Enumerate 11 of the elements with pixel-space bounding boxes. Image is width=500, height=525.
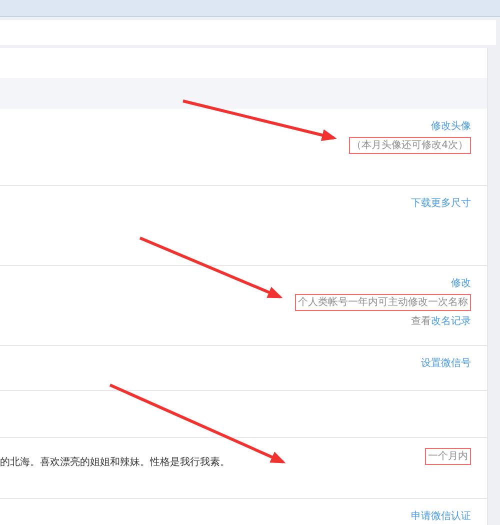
settings-link[interactable]: 修改 — [451, 276, 471, 291]
hint-text: （本月头像还可修改4次） — [348, 137, 471, 154]
hint-text: 一个月内 — [425, 448, 471, 465]
settings-link[interactable]: 设置微信号 — [421, 356, 471, 371]
hint-text: 查看 — [411, 314, 431, 329]
settings-link[interactable]: 修改头像 — [431, 119, 471, 134]
hint-text: 个人类帐号一年内可主动修改一次名称 — [295, 294, 471, 311]
settings-link[interactable]: 改名记录 — [431, 314, 471, 329]
settings-link[interactable]: 下载更多尺寸 — [411, 196, 471, 211]
description-text: 的北海。喜欢漂亮的姐姐和辣妹。性格是我行我素。 — [0, 456, 230, 470]
settings-link[interactable]: 申请微信认证 — [411, 509, 471, 524]
